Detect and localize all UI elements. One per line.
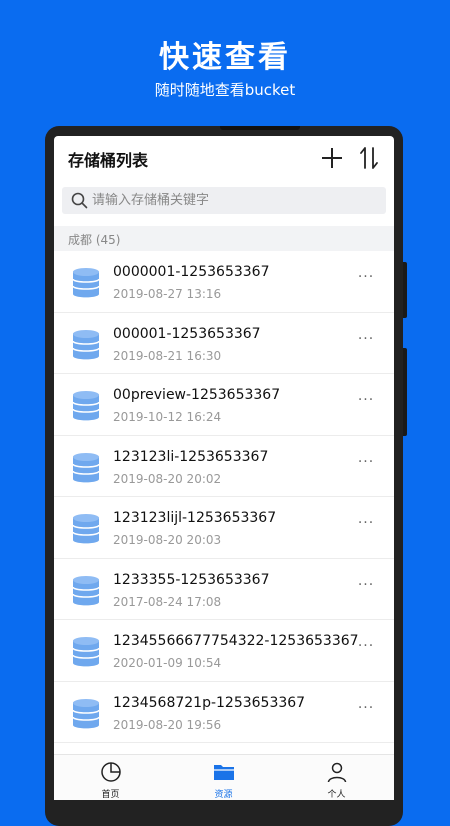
search-input[interactable]: [92, 187, 372, 214]
more-options-icon[interactable]: ···: [354, 577, 378, 597]
more-options-icon[interactable]: ···: [354, 269, 378, 289]
promo-title: 快速查看: [159, 40, 291, 75]
bucket-name: 1233355-1253653367: [113, 571, 270, 588]
more-options-icon[interactable]: ···: [354, 638, 378, 658]
bucket-name: 000001-1253653367: [113, 325, 261, 342]
bucket-date: 2019-10-12 16:24: [113, 410, 222, 424]
bucket-name: 1234568721p-1253653367: [113, 694, 306, 711]
database-icon: [72, 329, 100, 361]
bucket-row[interactable]: 1233355-1253653367 2017-08-24 17:08 ···: [54, 559, 394, 620]
bucket-date: 2019-08-21 16:30: [113, 348, 222, 363]
phone-side-button: [403, 348, 407, 436]
database-icon: [72, 575, 100, 607]
promo-subtitle: 随时随地查看bucket: [154, 81, 296, 99]
bucket-row[interactable]: 12345566677754322-1253653367 2020-01-09 1…: [54, 620, 394, 682]
bucket-date: 2019-08-20 19:56: [113, 717, 222, 732]
bucket-date: 2020-01-09 10:54: [113, 656, 222, 670]
tab-profile[interactable]: 个人: [280, 755, 393, 800]
app-screen: 存储桶列表 成都 (45) 0000001-1253653367 2019-08-…: [54, 136, 394, 800]
database-icon: [72, 513, 100, 545]
search-icon: [71, 192, 88, 209]
search-bar: [62, 187, 386, 214]
bucket-row[interactable]: 1234568721p-1253653367 2019-08-20 19:56 ··…: [54, 682, 394, 743]
more-options-icon[interactable]: ···: [354, 454, 378, 474]
bucket-row[interactable]: 00preview-1253653367 2019-10-12 16:24 ···: [54, 374, 394, 436]
database-icon: [72, 390, 100, 422]
sort-icon[interactable]: [357, 145, 381, 171]
more-options-icon[interactable]: ···: [354, 700, 378, 720]
tab-home[interactable]: 首页: [54, 755, 167, 800]
pie-chart-icon: [101, 762, 121, 782]
bucket-row[interactable]: 000001-1253653367 2019-08-21 16:30 ···: [54, 313, 394, 374]
database-icon: [72, 636, 100, 668]
more-options-icon[interactable]: ···: [354, 515, 378, 535]
bucket-row[interactable]: 123123li-1253653367 2019-08-20 20:02 ···: [54, 436, 394, 497]
more-options-icon[interactable]: ···: [354, 392, 378, 412]
tab-resources[interactable]: 资源: [167, 755, 280, 800]
tab-profile-label: 个人: [327, 790, 346, 800]
navbar: 存储桶列表: [54, 136, 394, 180]
database-icon: [72, 267, 100, 299]
more-options-icon[interactable]: ···: [354, 331, 378, 351]
database-icon: [72, 452, 100, 484]
page-title: 存储桶列表: [68, 151, 149, 170]
region-group-label: 成都 (45): [68, 233, 121, 247]
folder-icon: [214, 765, 234, 780]
bucket-name: 123123lijl-1253653367: [113, 510, 277, 526]
phone-side-button: [403, 262, 407, 318]
tab-resources-label: 资源: [214, 790, 233, 800]
bucket-date: 2017-08-24 17:08: [113, 594, 222, 609]
bucket-name: 123123li-1253653367: [113, 448, 269, 465]
region-group-header: 成都 (45): [54, 226, 394, 251]
user-icon: [327, 762, 347, 783]
bucket-date: 2019-08-20 20:02: [113, 471, 222, 486]
bucket-name: 00preview-1253653367: [113, 387, 281, 403]
plus-icon[interactable]: [320, 146, 344, 170]
bucket-date: 2019-08-20 20:03: [113, 533, 222, 547]
database-icon: [72, 698, 100, 730]
tab-bar: 首页 资源 个人: [54, 754, 394, 800]
tab-home-label: 首页: [101, 790, 120, 800]
phone-notch: [220, 126, 300, 130]
bucket-row[interactable]: 0000001-1253653367 2019-08-27 13:16 ···: [54, 251, 394, 313]
bucket-row[interactable]: 123123lijl-1253653367 2019-08-20 20:03 ···: [54, 497, 394, 559]
bucket-name: 12345566677754322-1253653367: [113, 633, 359, 649]
bucket-date: 2019-08-27 13:16: [113, 287, 222, 301]
bucket-name: 0000001-1253653367: [113, 264, 270, 280]
bucket-list: 0000001-1253653367 2019-08-27 13:16 ··· 000…: [54, 251, 394, 743]
